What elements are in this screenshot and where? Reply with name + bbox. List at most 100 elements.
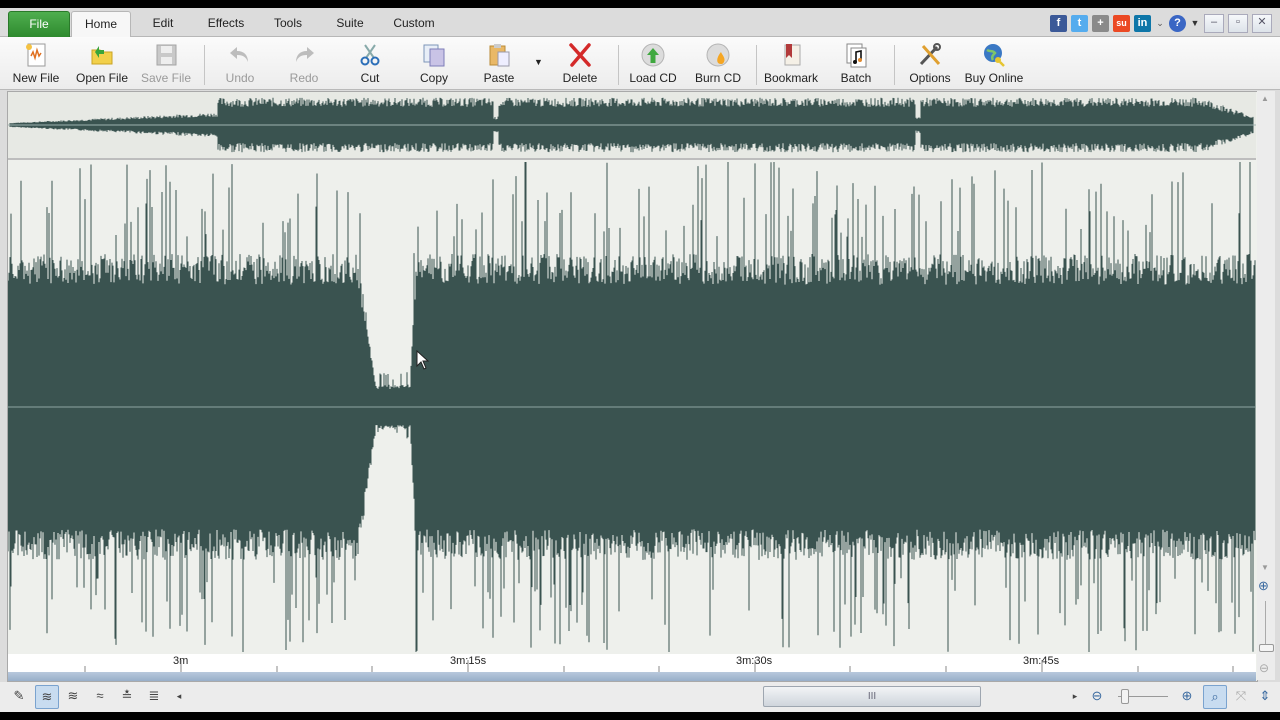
save-file-button[interactable]: Save File	[135, 40, 197, 88]
zoom-fit-icon[interactable]: ⤧	[1230, 685, 1252, 707]
vertical-zoom-slider[interactable]	[1259, 644, 1274, 652]
undo-label: Undo	[225, 71, 255, 85]
tab-suite[interactable]: Suite	[324, 11, 376, 36]
pencil-tool-icon[interactable]: ✎	[8, 685, 30, 707]
toolbar-divider	[204, 45, 205, 85]
delete-button[interactable]: Delete	[549, 40, 611, 88]
load-cd-icon	[640, 42, 666, 68]
minimize-button[interactable]: –	[1204, 13, 1224, 33]
edit-both-channels-icon[interactable]: ≋	[35, 685, 59, 709]
scroll-up-icon[interactable]: ▲	[1261, 94, 1269, 103]
load-cd-button[interactable]: Load CD	[622, 40, 684, 88]
open-file-label: Open File	[75, 71, 129, 85]
buy-online-label: Buy Online	[964, 71, 1024, 85]
toolbar-divider	[894, 45, 895, 85]
vertical-zoom-in-icon[interactable]: ⊕	[1258, 578, 1269, 594]
edit-right-channel-icon[interactable]: ≈	[89, 685, 111, 707]
redo-button[interactable]: Redo	[273, 40, 335, 88]
chevron-down-icon[interactable]: ⌄	[1155, 18, 1165, 29]
bookmark-icon	[778, 42, 804, 68]
tab-file[interactable]: File	[8, 11, 70, 38]
tab-tools[interactable]: Tools	[262, 11, 314, 36]
burn-cd-icon	[705, 42, 731, 68]
redo-label: Redo	[289, 71, 319, 85]
copy-icon	[421, 42, 447, 68]
undo-button[interactable]: Undo	[209, 40, 271, 88]
toolbar-divider	[618, 45, 619, 85]
overview-waveform[interactable]	[8, 92, 1256, 160]
tab-edit[interactable]: Edit	[136, 11, 190, 36]
tab-home[interactable]: Home	[71, 11, 131, 38]
zoom-vertical-icon[interactable]: ⇕	[1254, 685, 1276, 707]
help-dropdown-icon[interactable]: ▼	[1190, 18, 1200, 28]
cut-label: Cut	[360, 71, 380, 85]
waveform-editor[interactable]: 3m 3m:15s 3m:30s 3m:45s	[7, 91, 1258, 682]
vertical-zoom-panel: ▲ ▼ ⊕ ⊖	[1257, 91, 1275, 680]
app-window: File Home Edit Effects Tools Suite Custo…	[0, 8, 1280, 712]
zoom-in-icon[interactable]: ⊕	[1176, 685, 1198, 707]
facebook-icon[interactable]: f	[1050, 14, 1067, 32]
scroll-right-icon[interactable]: ▸	[1064, 685, 1086, 707]
batch-label: Batch	[840, 71, 872, 85]
vertical-zoom-track[interactable]	[1265, 601, 1266, 646]
twitter-icon[interactable]: t	[1071, 14, 1088, 32]
burn-cd-button[interactable]: Burn CD	[687, 40, 749, 88]
load-cd-label: Load CD	[629, 71, 677, 85]
scroll-down-icon[interactable]: ▼	[1261, 563, 1269, 572]
paste-button[interactable]: Paste	[468, 40, 530, 88]
edit-left-channel-icon[interactable]: ≋	[62, 685, 84, 707]
paste-clipboard-icon	[486, 42, 512, 68]
batch-button[interactable]: Batch	[825, 40, 887, 88]
redo-icon	[291, 42, 317, 68]
delete-label: Delete	[562, 71, 598, 85]
home-toolbar: New File Open File Save File Undo Redo C…	[0, 37, 1280, 90]
tab-effects[interactable]: Effects	[198, 11, 254, 36]
bookmark-button[interactable]: Bookmark	[760, 40, 822, 88]
mouse-cursor-icon	[416, 350, 430, 370]
spectral-view-icon[interactable]: ≛	[116, 685, 138, 707]
options-label: Options	[909, 71, 951, 85]
open-folder-icon	[89, 42, 115, 68]
open-file-button[interactable]: Open File	[71, 40, 133, 88]
paste-label: Paste	[483, 71, 515, 85]
tab-custom[interactable]: Custom	[386, 11, 442, 36]
save-disk-icon	[153, 42, 179, 68]
vertical-zoom-out-icon[interactable]: ⊖	[1259, 661, 1269, 675]
google-plus-icon[interactable]: +	[1092, 14, 1109, 32]
options-button[interactable]: Options	[899, 40, 961, 88]
bottom-toolbar: ✎ ≋ ≋ ≈ ≛ ≣ ◂ III ▸ ⊖ ⊕ ⌕ ⤧ ⇕	[0, 682, 1280, 712]
help-icon[interactable]: ?	[1169, 14, 1186, 32]
tools-wrench-icon	[917, 42, 943, 68]
new-file-icon	[23, 42, 49, 68]
time-ruler-bar	[8, 672, 1256, 681]
horizontal-scrollbar-thumb[interactable]: III	[763, 686, 981, 707]
toolbar-divider	[756, 45, 757, 85]
ribbon-tab-bar: File Home Edit Effects Tools Suite Custo…	[0, 8, 1280, 38]
cut-button[interactable]: Cut	[339, 40, 401, 88]
scroll-left-icon[interactable]: ◂	[168, 685, 190, 707]
globe-key-icon	[981, 42, 1007, 68]
main-waveform[interactable]	[8, 160, 1256, 654]
burn-cd-label: Burn CD	[694, 71, 741, 85]
buy-online-button[interactable]: Buy Online	[963, 40, 1025, 88]
undo-icon	[227, 42, 253, 68]
bookmark-label: Bookmark	[763, 71, 819, 85]
zoom-slider[interactable]	[1121, 689, 1129, 704]
title-controls: f t + su in ⌄ ? ▼ – ▫ ✕	[1050, 13, 1272, 33]
zoom-out-icon[interactable]: ⊖	[1086, 685, 1108, 707]
zoom-selection-icon[interactable]: ⌕	[1203, 685, 1227, 709]
linkedin-icon[interactable]: in	[1134, 14, 1151, 32]
new-file-label: New File	[12, 71, 60, 85]
restore-button[interactable]: ▫	[1228, 13, 1248, 33]
time-ruler[interactable]: 3m 3m:15s 3m:30s 3m:45s	[8, 654, 1256, 672]
copy-button[interactable]: Copy	[403, 40, 465, 88]
paste-dropdown-icon[interactable]: ▼	[534, 57, 543, 67]
delete-x-icon	[567, 42, 593, 68]
spectral-alt-view-icon[interactable]: ≣	[143, 685, 165, 707]
scissors-icon	[357, 42, 383, 68]
close-button[interactable]: ✕	[1252, 13, 1272, 33]
new-file-button[interactable]: New File	[5, 40, 67, 88]
stumbleupon-icon[interactable]: su	[1113, 14, 1130, 32]
save-file-label: Save File	[140, 71, 192, 85]
batch-music-icon	[843, 42, 869, 68]
